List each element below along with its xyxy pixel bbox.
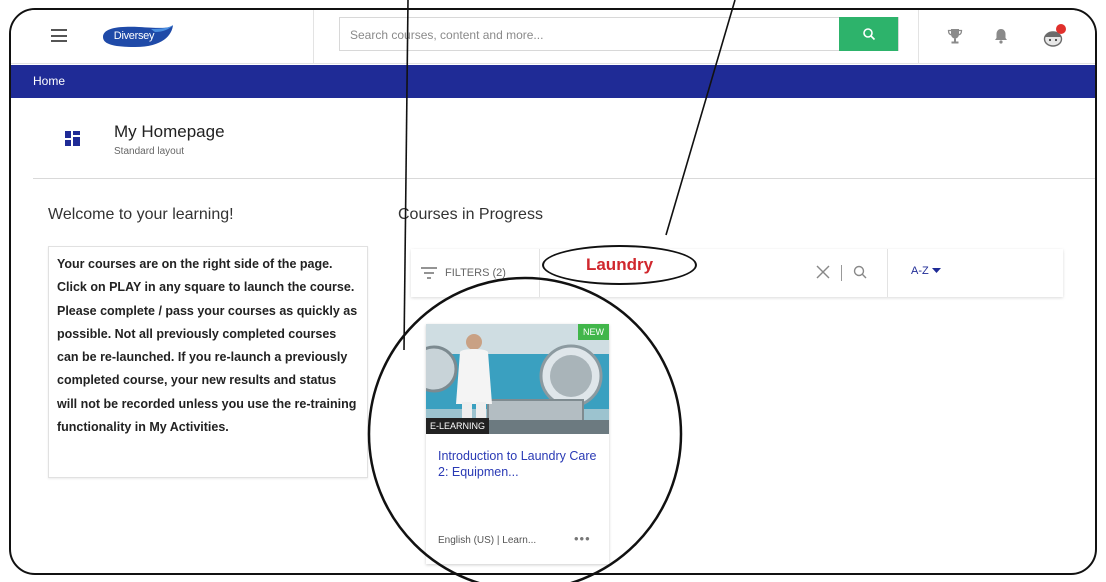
filter-icon [421,267,437,279]
course-title[interactable]: Introduction to Laundry Care 2: Equipmen… [438,448,603,480]
course-card[interactable]: NEW E-LEARNING Introduction to Laundry C… [426,324,609,564]
filter-divider [539,249,540,297]
search-box [339,17,899,52]
page-subtitle: Standard layout [114,146,185,157]
trophy-icon [947,29,963,44]
welcome-heading: Welcome to your learning! [48,206,234,223]
sort-dropdown[interactable]: A-Z [911,265,941,277]
logo[interactable]: Diversey [99,23,175,50]
laundry-callout: Laundry [542,245,697,285]
more-options-icon[interactable]: ••• [574,531,591,546]
bell-icon [995,29,1007,44]
header-divider [313,10,314,63]
notifications-button[interactable] [989,24,1013,48]
logo-text: Diversey [113,30,155,42]
search-button[interactable] [839,17,898,51]
course-meta: English (US) | Learn... [438,535,537,546]
caret-down-icon [931,268,941,273]
search-icon [862,28,875,41]
filter-pipe [841,265,842,281]
clear-icon[interactable] [815,264,831,280]
filter-divider [887,249,888,297]
search-input[interactable] [348,18,832,52]
sort-label: A-Z [911,265,929,277]
info-text: Your courses are on the right side of th… [57,257,358,435]
laundry-callout-text: Laundry [585,255,654,274]
top-bar: Diversey [11,10,1095,64]
menu-icon[interactable] [51,29,67,42]
header-divider [918,10,919,63]
filters-button[interactable]: FILTERS (2) [421,249,506,297]
breadcrumb-home[interactable]: Home [33,74,65,88]
course-thumbnail[interactable]: NEW E-LEARNING [426,324,609,434]
filter-search-icon[interactable] [852,264,868,280]
course-type-badge: E-LEARNING [426,418,490,434]
section-divider [33,178,1095,179]
trophy-button[interactable] [943,24,967,48]
dashboard-icon [65,131,80,146]
avatar-icon [1043,24,1066,47]
filters-label: FILTERS (2) [445,267,506,279]
profile-avatar[interactable] [1041,23,1067,49]
info-box: Your courses are on the right side of th… [48,246,368,478]
app-window: Diversey Search courses, content and mor… [9,8,1097,575]
courses-in-progress-heading: Courses in Progress [398,206,543,223]
new-badge: NEW [578,324,609,340]
filter-bar: FILTERS (2) A-Z [411,249,1063,297]
page-title: My Homepage [114,122,225,141]
breadcrumb: Home [11,65,1095,98]
